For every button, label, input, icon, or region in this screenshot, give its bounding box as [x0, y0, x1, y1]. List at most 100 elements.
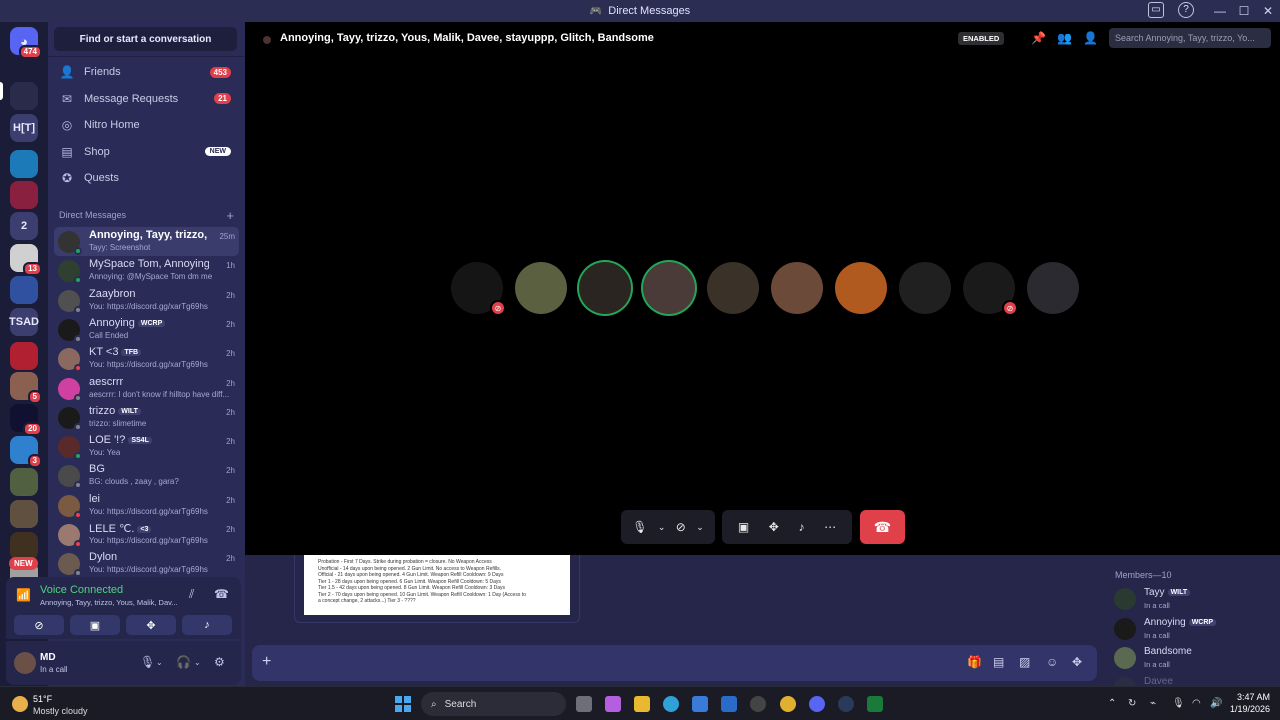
server-icon[interactable] — [10, 532, 38, 560]
xbox-icon[interactable] — [867, 696, 883, 712]
apps-icon[interactable]: ✥ — [1072, 655, 1082, 669]
find-conversation-button[interactable]: Find or start a conversation — [54, 27, 237, 51]
server-icon[interactable]: TSAD — [9, 308, 39, 336]
pin-icon[interactable]: 📌 — [1031, 31, 1046, 45]
screen-share-button[interactable]: ▣ — [70, 615, 120, 635]
participant-avatar[interactable] — [771, 262, 823, 314]
camera-off-icon[interactable]: ⊘ — [676, 520, 686, 534]
microphone-icon[interactable]: 🎙 — [1172, 698, 1185, 709]
server-icon[interactable] — [10, 342, 38, 370]
dm-item[interactable]: lei You: https://discord.gg/xarTg69hs 2h — [54, 491, 239, 520]
server-icon[interactable] — [10, 468, 38, 496]
new-pill[interactable]: NEW — [9, 557, 38, 570]
participant-avatar[interactable] — [1027, 262, 1079, 314]
help-icon[interactable]: ? — [1178, 2, 1194, 18]
close-button[interactable]: ✕ — [1256, 4, 1280, 18]
dm-item[interactable]: MySpace Tom, Annoying Annoying: @MySpace … — [54, 256, 239, 285]
dm-item[interactable]: Annoying WCRP Call Ended 2h — [54, 315, 239, 344]
chevron-up-icon[interactable]: ⌃ — [1108, 698, 1116, 709]
participant-avatar[interactable] — [515, 262, 567, 314]
add-friend-icon[interactable]: 👥 — [1057, 31, 1072, 45]
microphone-icon[interactable]: 🎙 — [140, 655, 155, 669]
nav-item[interactable]: 👤 Friends 453 — [54, 60, 239, 84]
soundboard-button[interactable]: ♪ — [182, 615, 232, 635]
message-composer[interactable]: + 🎁 ▤ ▨ ☺ ✥ — [252, 645, 1097, 681]
chevron-down-icon[interactable]: ⌄ — [658, 522, 666, 533]
participant-avatar[interactable] — [835, 262, 887, 314]
store-icon[interactable] — [692, 696, 708, 712]
noise-suppression-icon[interactable]: ⫽ — [189, 587, 194, 602]
wifi-icon[interactable]: ◠ — [1192, 698, 1201, 709]
participant-avatar[interactable] — [643, 262, 695, 314]
server-icon[interactable] — [10, 276, 38, 304]
dm-item[interactable]: BG BG: clouds , zaay , gara? 2h — [54, 461, 239, 490]
nav-item[interactable]: ✪ Quests — [54, 166, 239, 190]
dm-item[interactable]: Dylon You: https://discord.gg/xarTg69hs 2h — [54, 549, 239, 578]
taskbar-search[interactable]: ⌕ Search — [421, 692, 566, 716]
participant-avatar[interactable] — [579, 262, 631, 314]
nav-item[interactable]: ▤ Shop NEW — [54, 140, 239, 164]
disconnect-icon[interactable]: ☎ — [214, 587, 229, 601]
maximize-button[interactable]: ☐ — [1232, 4, 1256, 18]
nav-item[interactable]: ✉ Message Requests 21 — [54, 87, 239, 111]
soundboard-icon[interactable]: ♪ — [799, 520, 805, 534]
dm-item[interactable]: LOE '!? SS4L You: Yea 2h — [54, 432, 239, 461]
clock[interactable]: 3:47 AM 1/19/2026 — [1225, 691, 1270, 715]
voice-status[interactable]: Voice Connected — [40, 584, 123, 596]
edge-icon[interactable] — [663, 696, 679, 712]
gif-icon[interactable]: ▤ — [993, 655, 1004, 669]
server-icon[interactable]: 13 — [10, 244, 42, 276]
server-icon[interactable]: H[T] — [10, 114, 38, 142]
screen-share-icon[interactable]: ▣ — [738, 520, 749, 534]
start-button[interactable] — [395, 696, 411, 712]
participant-avatar[interactable]: ⊘ — [451, 262, 506, 316]
username[interactable]: MD — [40, 652, 56, 663]
activities-button[interactable]: ✥ — [126, 615, 176, 635]
discord-taskbar-icon[interactable] — [809, 696, 825, 712]
member-item[interactable]: Annoying WCRP In a call — [1114, 616, 1274, 644]
server-icon[interactable] — [10, 500, 38, 528]
chrome-icon[interactable] — [780, 696, 796, 712]
server-icon[interactable]: 5 — [10, 372, 42, 404]
avatar[interactable] — [14, 652, 36, 674]
gift-icon[interactable]: 🎁 — [967, 655, 982, 669]
dm-item[interactable]: aescrrr aescrrr: I don't know if hilltop … — [54, 374, 239, 403]
dm-item[interactable]: trizzo WILT trizzo: slimetime 2h — [54, 403, 239, 432]
file-explorer-icon[interactable] — [634, 696, 650, 712]
volume-icon[interactable]: 🔊 — [1210, 698, 1222, 709]
server-icon[interactable]: 2 — [10, 212, 38, 240]
server-icon[interactable]: 3 — [10, 436, 42, 468]
minimize-button[interactable]: — — [1208, 4, 1232, 18]
participant-avatar[interactable]: ⊘ — [963, 262, 1018, 316]
headphones-icon[interactable]: 🎧 — [176, 655, 191, 669]
server-icon[interactable] — [10, 82, 38, 110]
add-attachment-icon[interactable]: + — [262, 653, 271, 671]
server-icon[interactable] — [10, 150, 38, 178]
dm-item[interactable]: LELE ℃. <3 You: https://discord.gg/xarTg69… — [54, 520, 239, 549]
sync-icon[interactable]: ↻ — [1128, 698, 1136, 709]
app-icon[interactable] — [750, 696, 766, 712]
member-item[interactable]: Bandsome In a call — [1114, 645, 1274, 673]
dm-item[interactable]: KT <3 TFB You: https://discord.gg/xarTg69h… — [54, 344, 239, 373]
voice-channel[interactable]: Annoying, Tayy, trizzo, Yous, Malik, Dav… — [40, 598, 180, 607]
chevron-down-icon[interactable]: ⌄ — [194, 658, 201, 667]
copilot-icon[interactable] — [605, 696, 621, 712]
call-title[interactable]: Annoying, Tayy, trizzo, Yous, Malik, Dav… — [280, 32, 654, 44]
mail-icon[interactable] — [721, 696, 737, 712]
sticker-icon[interactable]: ▨ — [1019, 655, 1030, 669]
home-button[interactable]: ◕ 474 — [10, 27, 42, 59]
members-icon[interactable]: 👤 — [1083, 31, 1098, 45]
inbox-icon[interactable]: ▭ — [1148, 2, 1164, 18]
gear-icon[interactable]: ⚙ — [214, 655, 225, 669]
create-dm-icon[interactable]: + — [226, 208, 234, 223]
server-icon[interactable]: 20 — [10, 404, 42, 436]
chevron-down-icon[interactable]: ⌄ — [696, 522, 704, 533]
search-input[interactable]: Search Annoying, Tayy, trizzo, Yo... — [1109, 28, 1271, 48]
participant-avatar[interactable] — [899, 262, 951, 314]
member-item[interactable]: Tayy WILT In a call — [1114, 586, 1274, 614]
steam-icon[interactable] — [838, 696, 854, 712]
enabled-badge[interactable]: ENABLED — [958, 32, 1005, 45]
emoji-icon[interactable]: ☺ — [1046, 655, 1058, 669]
participant-avatar[interactable] — [707, 262, 759, 314]
dm-item[interactable]: Annoying, Tayy, trizzo, Y... Tayy: Screen… — [54, 227, 239, 256]
